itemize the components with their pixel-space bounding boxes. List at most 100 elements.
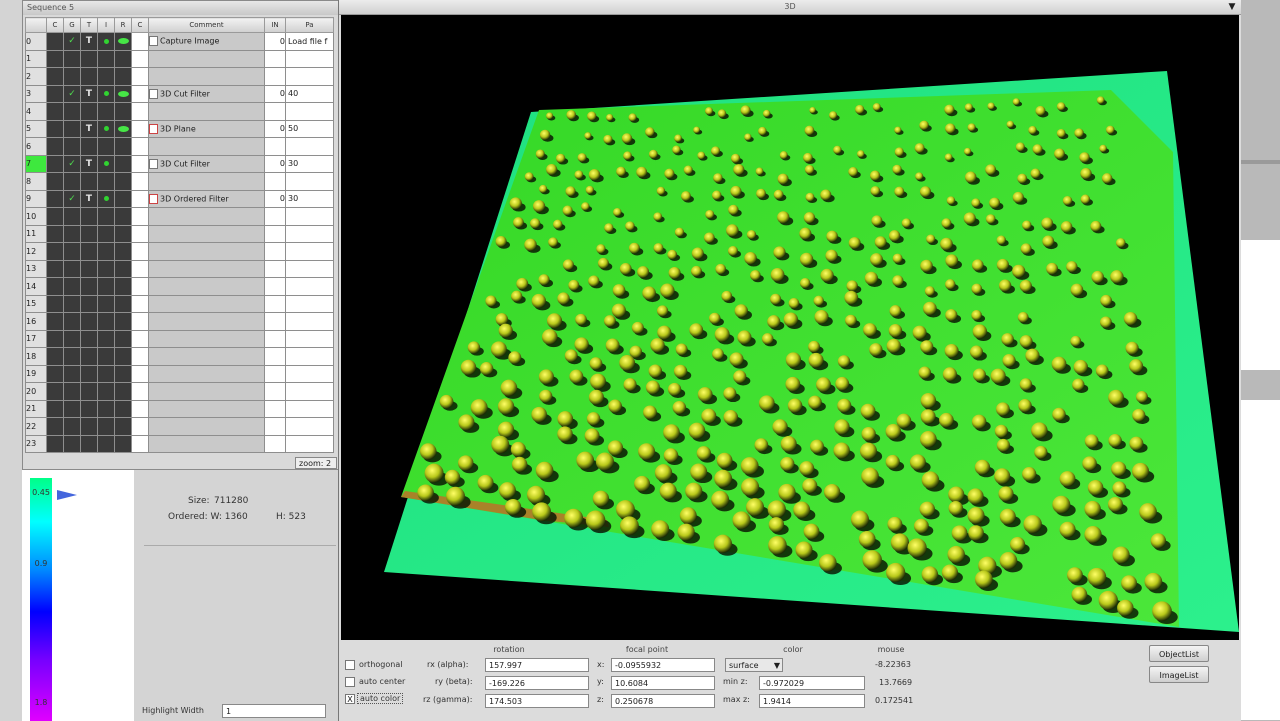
table-row[interactable]: 14 — [25, 277, 334, 296]
column-header[interactable]: IN — [264, 17, 286, 33]
check-cell[interactable] — [63, 67, 81, 86]
c-cell[interactable] — [131, 102, 149, 121]
c-cell[interactable] — [131, 49, 149, 68]
param-cell[interactable] — [285, 242, 334, 261]
col-c-cell[interactable] — [46, 242, 64, 261]
in-cell[interactable] — [264, 312, 286, 331]
t-cell[interactable]: T — [80, 84, 98, 103]
comment-cell[interactable] — [148, 207, 265, 226]
col-c-cell[interactable] — [46, 417, 64, 436]
col-c-cell[interactable] — [46, 312, 64, 331]
i-cell[interactable] — [97, 434, 115, 453]
row-index[interactable]: 3 — [25, 84, 47, 103]
i-cell[interactable] — [97, 67, 115, 86]
t-cell[interactable] — [80, 102, 98, 121]
i-cell[interactable] — [97, 417, 115, 436]
i-cell[interactable] — [97, 294, 115, 313]
c-cell[interactable] — [131, 399, 149, 418]
row-index[interactable]: 15 — [25, 294, 47, 313]
check-cell[interactable] — [63, 434, 81, 453]
col-c-cell[interactable] — [46, 102, 64, 121]
row-index[interactable]: 10 — [25, 207, 47, 226]
c-cell[interactable] — [131, 67, 149, 86]
comment-cell[interactable]: 3D Ordered Filter — [148, 189, 265, 208]
comment-cell[interactable] — [148, 277, 265, 296]
check-cell[interactable] — [63, 242, 81, 261]
focal-y-input[interactable]: 10.6084 — [611, 676, 715, 690]
column-header[interactable]: C — [131, 17, 149, 33]
check-cell[interactable] — [63, 347, 81, 366]
col-c-cell[interactable] — [46, 49, 64, 68]
in-cell[interactable]: 0 — [264, 154, 286, 173]
check-cell[interactable] — [63, 259, 81, 278]
param-cell[interactable] — [285, 172, 334, 191]
param-cell[interactable] — [285, 329, 334, 348]
i-cell[interactable] — [97, 364, 115, 383]
in-cell[interactable] — [264, 102, 286, 121]
comment-cell[interactable]: 3D Plane — [148, 119, 265, 138]
comment-cell[interactable] — [148, 137, 265, 156]
param-cell[interactable]: 40 — [285, 84, 334, 103]
t-cell[interactable] — [80, 49, 98, 68]
in-cell[interactable] — [264, 259, 286, 278]
scale-marker[interactable] — [57, 490, 77, 500]
focal-x-input[interactable]: -0.0955932 — [611, 658, 715, 672]
row-index[interactable]: 18 — [25, 347, 47, 366]
t-cell[interactable]: T — [80, 32, 98, 51]
row-index[interactable]: 22 — [25, 417, 47, 436]
r-cell[interactable] — [114, 119, 132, 138]
check-cell[interactable] — [63, 417, 81, 436]
row-index[interactable]: 20 — [25, 382, 47, 401]
r-cell[interactable] — [114, 137, 132, 156]
table-row[interactable]: 18 — [25, 347, 334, 366]
table-row[interactable]: 20 — [25, 382, 334, 401]
i-cell[interactable] — [97, 224, 115, 243]
auto-center-checkbox[interactable] — [345, 677, 355, 687]
check-cell[interactable] — [63, 207, 81, 226]
check-cell[interactable]: ✓ — [63, 32, 81, 51]
object-list-button[interactable]: ObjectList — [1149, 645, 1209, 662]
check-cell[interactable] — [63, 224, 81, 243]
i-cell[interactable] — [97, 102, 115, 121]
t-cell[interactable] — [80, 137, 98, 156]
rz-input[interactable]: 174.503 — [485, 694, 589, 708]
in-cell[interactable]: 0 — [264, 32, 286, 51]
param-cell[interactable] — [285, 49, 334, 68]
i-cell[interactable] — [97, 242, 115, 261]
check-cell[interactable] — [63, 382, 81, 401]
column-header[interactable]: G — [63, 17, 81, 33]
table-row[interactable]: 10 — [25, 207, 334, 226]
r-cell[interactable] — [114, 434, 132, 453]
c-cell[interactable] — [131, 382, 149, 401]
column-header[interactable] — [25, 17, 47, 33]
t-cell[interactable] — [80, 294, 98, 313]
c-cell[interactable] — [131, 329, 149, 348]
row-index[interactable]: 12 — [25, 242, 47, 261]
param-cell[interactable] — [285, 312, 334, 331]
r-cell[interactable] — [114, 154, 132, 173]
c-cell[interactable] — [131, 189, 149, 208]
i-cell[interactable] — [97, 154, 115, 173]
in-cell[interactable] — [264, 67, 286, 86]
r-cell[interactable] — [114, 294, 132, 313]
column-header[interactable]: Pa — [285, 17, 334, 33]
column-header[interactable]: R — [114, 17, 132, 33]
comment-cell[interactable] — [148, 242, 265, 261]
in-cell[interactable]: 0 — [264, 84, 286, 103]
comment-cell[interactable] — [148, 67, 265, 86]
c-cell[interactable] — [131, 294, 149, 313]
col-c-cell[interactable] — [46, 364, 64, 383]
t-cell[interactable] — [80, 399, 98, 418]
i-cell[interactable] — [97, 49, 115, 68]
comment-cell[interactable] — [148, 382, 265, 401]
i-cell[interactable] — [97, 172, 115, 191]
in-cell[interactable] — [264, 277, 286, 296]
check-cell[interactable] — [63, 172, 81, 191]
comment-cell[interactable] — [148, 364, 265, 383]
comment-cell[interactable] — [148, 399, 265, 418]
r-cell[interactable] — [114, 49, 132, 68]
comment-cell[interactable]: 3D Cut Filter — [148, 84, 265, 103]
col-c-cell[interactable] — [46, 347, 64, 366]
table-row[interactable]: 3 ✓ T 3D Cut Filter 0 40 — [25, 84, 334, 103]
in-cell[interactable] — [264, 434, 286, 453]
